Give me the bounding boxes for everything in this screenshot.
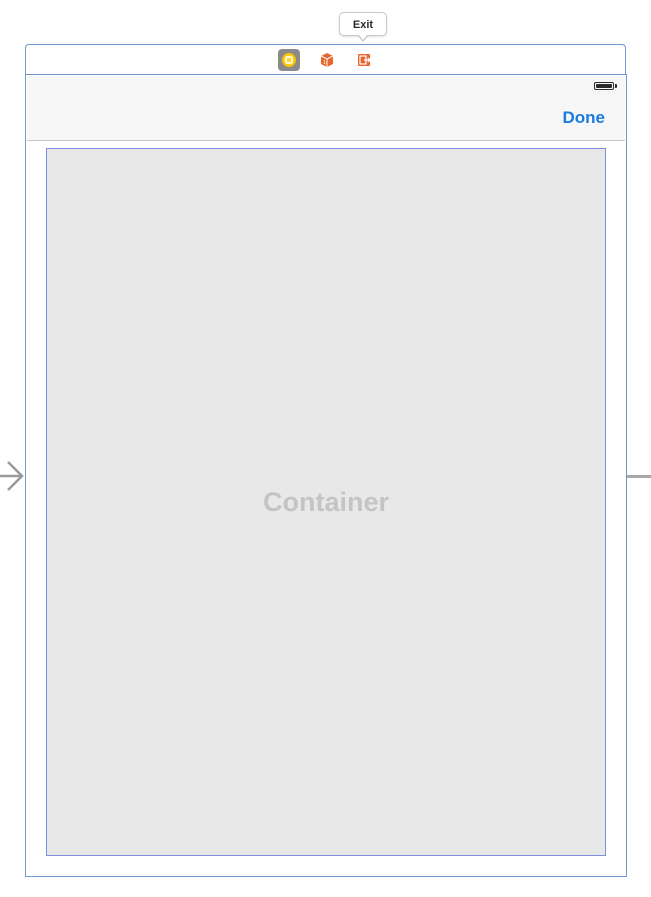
first-responder-icon[interactable]: 1: [316, 49, 338, 71]
view-controller-scene[interactable]: Done Container: [25, 74, 627, 877]
exit-tooltip: Exit: [339, 12, 387, 36]
container-label: Container: [262, 486, 389, 517]
done-button[interactable]: Done: [563, 108, 606, 128]
container-view[interactable]: Container: [46, 148, 606, 856]
scene-dock: 1: [25, 44, 626, 74]
battery-fill: [596, 84, 612, 88]
tooltip-arrow-inner: [358, 34, 368, 40]
navigation-bar: Done: [27, 96, 625, 141]
battery-tip: [615, 84, 617, 88]
status-bar: [27, 76, 625, 96]
view-controller-icon[interactable]: [278, 49, 300, 71]
battery-icon: [594, 82, 614, 90]
storyboard-canvas: Exit 1 Done Container: [0, 0, 651, 897]
entry-point-arrow-icon[interactable]: [0, 459, 26, 495]
segue-connection-line[interactable]: [627, 475, 651, 478]
svg-text:1: 1: [323, 60, 326, 66]
exit-icon[interactable]: [353, 49, 375, 71]
